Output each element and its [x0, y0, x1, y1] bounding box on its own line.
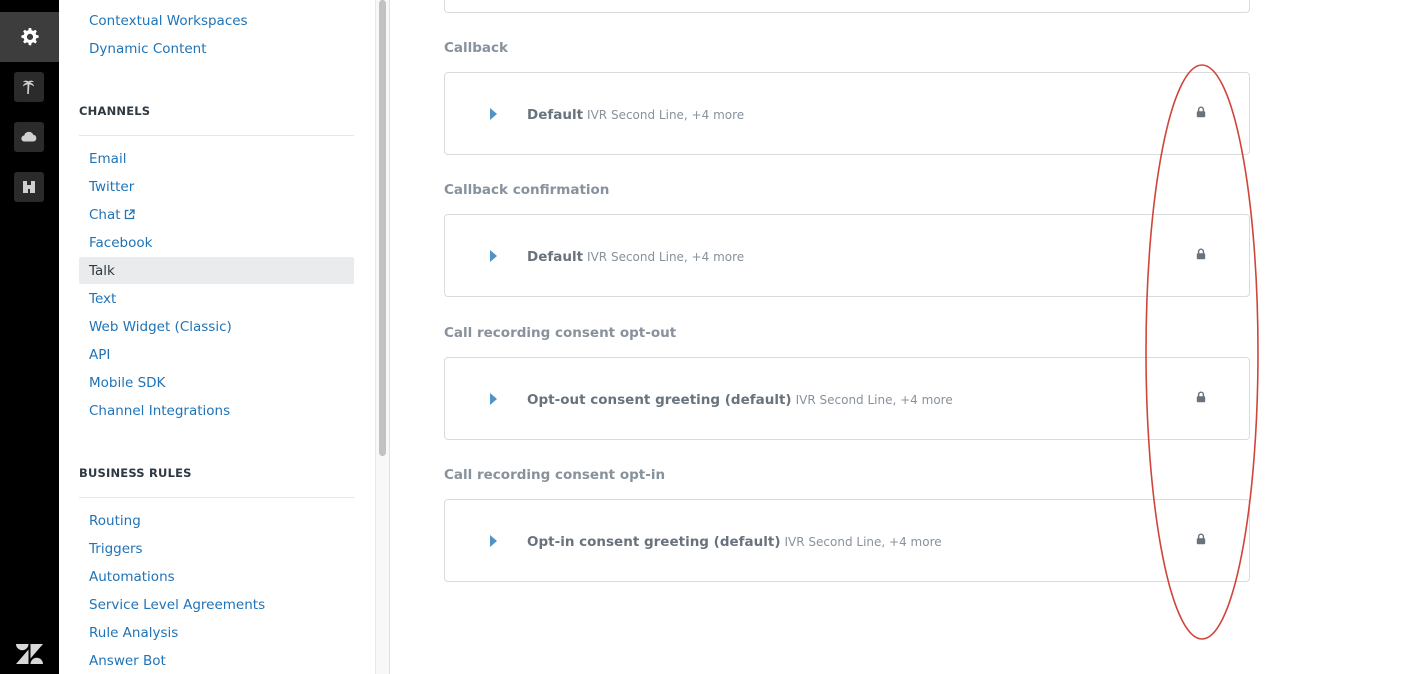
sidebar-item-mobile-sdk[interactable]: Mobile SDK — [89, 374, 165, 392]
explore-app-button[interactable] — [14, 122, 44, 152]
greeting-label: Opt-in consent greeting (default) IVR Sec… — [527, 531, 942, 550]
sidebar-item-dynamic-content[interactable]: Dynamic Content — [89, 40, 207, 58]
sidebar-selected-highlight — [79, 257, 354, 284]
zendesk-logo — [16, 644, 43, 664]
sidebar-scrollbar[interactable] — [375, 0, 390, 674]
chevron-right-icon — [489, 250, 497, 262]
palm-tree-icon — [23, 80, 34, 94]
greeting-name: Default — [527, 107, 584, 123]
greeting-name: Opt-in consent greeting (default) — [527, 534, 781, 550]
sidebar-item-routing[interactable]: Routing — [89, 512, 141, 530]
admin-settings-button[interactable] — [0, 12, 59, 62]
cloud-icon — [21, 131, 37, 142]
greeting-card-callback-default[interactable]: Default IVR Second Line, +4 more — [444, 72, 1250, 155]
greeting-assignment: IVR Second Line, +4 more — [784, 535, 942, 549]
chevron-right-icon — [489, 108, 497, 120]
greetings-content: Callback Default IVR Second Line, +4 more… — [390, 0, 1411, 674]
greeting-assignment: IVR Second Line, +4 more — [587, 250, 745, 264]
sidebar-item-service-level-agreements[interactable]: Service Level Agreements — [89, 596, 265, 614]
lock-icon — [1196, 391, 1206, 403]
sidebar-item-text[interactable]: Text — [89, 290, 116, 308]
sidebar-item-contextual-workspaces[interactable]: Contextual Workspaces — [89, 12, 248, 30]
gear-icon — [20, 28, 39, 46]
sidebar-item-label: Chat — [89, 207, 121, 223]
lock-indicator — [1195, 532, 1207, 546]
binoculars-icon — [23, 181, 35, 193]
sidebar-item-twitter[interactable]: Twitter — [89, 178, 134, 196]
greeting-group-title-callback: Callback — [444, 40, 509, 56]
greeting-group-title-consent-opt-in: Call recording consent opt-in — [444, 467, 666, 483]
greeting-card-consent-opt-in[interactable]: Opt-in consent greeting (default) IVR Sec… — [444, 499, 1250, 582]
sidebar-item-email[interactable]: Email — [89, 150, 126, 168]
greeting-name: Default — [527, 249, 584, 265]
sidebar-item-channel-integrations[interactable]: Channel Integrations — [89, 402, 230, 420]
section-heading-business-rules: BUSINESS RULES — [79, 466, 192, 480]
lock-indicator — [1195, 105, 1207, 119]
sidebar-item-chat[interactable]: Chat — [89, 206, 135, 224]
section-heading-channels: CHANNELS — [79, 104, 151, 118]
sidebar-item-api[interactable]: API — [89, 346, 110, 364]
chevron-right-icon — [489, 393, 497, 405]
product-rail — [0, 0, 59, 674]
section-divider — [79, 135, 354, 136]
lock-icon — [1196, 533, 1206, 545]
greeting-label: Default IVR Second Line, +4 more — [527, 104, 744, 123]
admin-sidebar: Contextual Workspaces Dynamic Content CH… — [59, 0, 375, 674]
sidebar-item-automations[interactable]: Automations — [89, 568, 175, 586]
sidebar-scrollbar-thumb[interactable] — [379, 0, 386, 456]
section-divider — [79, 497, 354, 498]
lock-icon — [1196, 106, 1206, 118]
sidebar-item-triggers[interactable]: Triggers — [89, 540, 143, 558]
expand-toggle[interactable] — [487, 107, 499, 121]
sidebar-item-answer-bot[interactable]: Answer Bot — [89, 652, 166, 670]
sell-app-button[interactable] — [14, 172, 44, 202]
app-window: Contextual Workspaces Dynamic Content CH… — [0, 0, 1411, 674]
sidebar-item-facebook[interactable]: Facebook — [89, 234, 152, 252]
greeting-card-previous — [444, 0, 1250, 13]
lock-indicator — [1195, 247, 1207, 261]
greeting-name: Opt-out consent greeting (default) — [527, 392, 792, 408]
greeting-assignment: IVR Second Line, +4 more — [795, 393, 953, 407]
lock-icon — [1196, 248, 1206, 260]
expand-toggle[interactable] — [487, 249, 499, 263]
greeting-label: Default IVR Second Line, +4 more — [527, 246, 744, 265]
sidebar-item-rule-analysis[interactable]: Rule Analysis — [89, 624, 178, 642]
sidebar-item-talk[interactable]: Talk — [89, 262, 115, 280]
greeting-label: Opt-out consent greeting (default) IVR Se… — [527, 389, 953, 408]
greeting-group-title-consent-opt-out: Call recording consent opt-out — [444, 325, 677, 341]
greeting-card-callback-confirmation-default[interactable]: Default IVR Second Line, +4 more — [444, 214, 1250, 297]
greeting-assignment: IVR Second Line, +4 more — [587, 108, 745, 122]
expand-toggle[interactable] — [487, 534, 499, 548]
guide-app-button[interactable] — [14, 72, 44, 102]
greeting-group-title-callback-confirmation: Callback confirmation — [444, 182, 610, 198]
lock-indicator — [1195, 390, 1207, 404]
zendesk-logo-icon — [16, 644, 43, 664]
expand-toggle[interactable] — [487, 392, 499, 406]
chevron-right-icon — [489, 535, 497, 547]
external-link-icon — [124, 209, 135, 220]
sidebar-item-web-widget-classic[interactable]: Web Widget (Classic) — [89, 318, 232, 336]
greeting-card-consent-opt-out[interactable]: Opt-out consent greeting (default) IVR Se… — [444, 357, 1250, 440]
